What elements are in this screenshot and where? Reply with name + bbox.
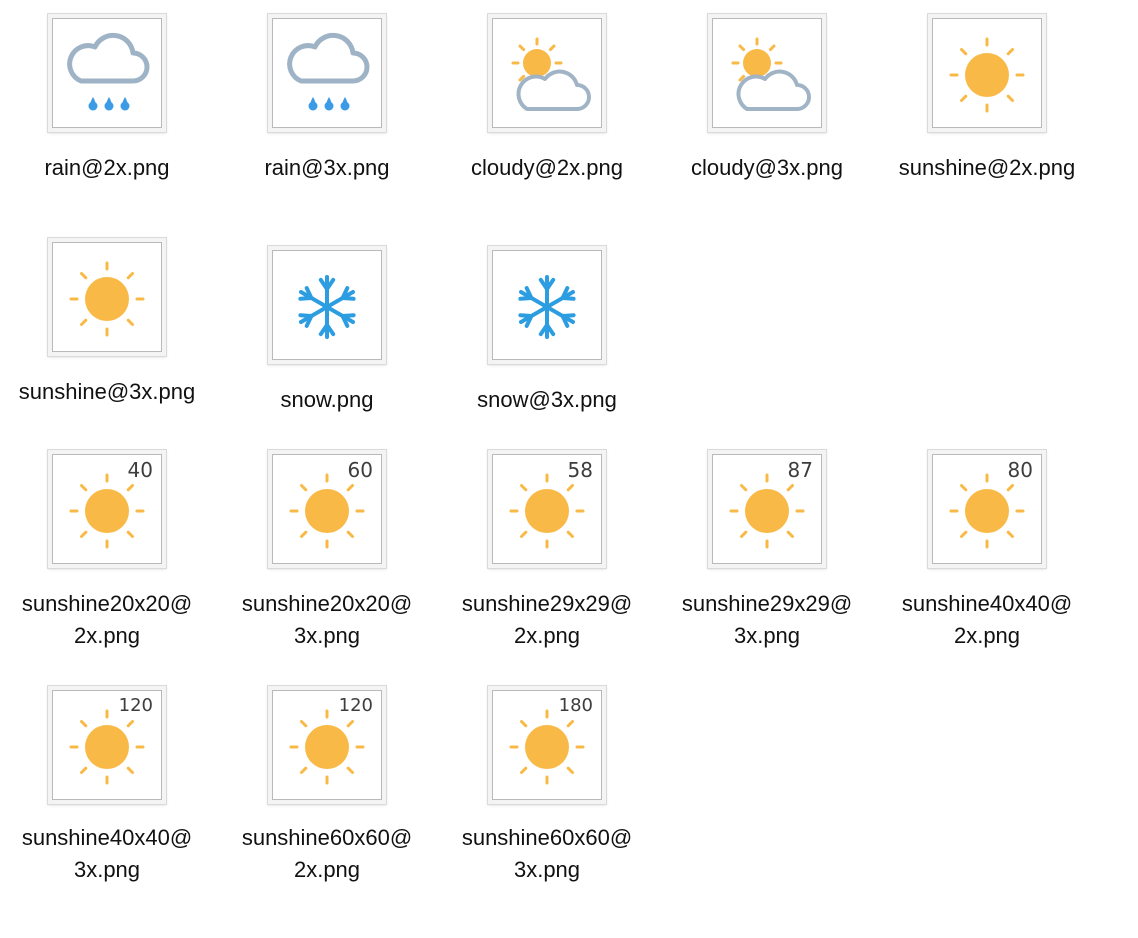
file-name-label[interactable]: sunshine20x20@ bbox=[217, 588, 437, 620]
file-thumbnail[interactable]: 120 bbox=[268, 686, 386, 804]
file-name-label[interactable]: rain@2x.png bbox=[0, 152, 217, 184]
file-thumbnail[interactable]: 120 bbox=[48, 686, 166, 804]
file-name-label[interactable]: 3x.png bbox=[0, 854, 217, 886]
file-thumbnail[interactable]: 80 bbox=[928, 450, 1046, 568]
size-badge: 58 bbox=[567, 458, 593, 482]
size-badge: 180 bbox=[558, 695, 593, 716]
file-name-label[interactable]: 2x.png bbox=[217, 854, 437, 886]
file-name-label[interactable]: 2x.png bbox=[877, 620, 1097, 652]
file-thumbnail[interactable] bbox=[48, 238, 166, 356]
sun-icon: 80 bbox=[932, 454, 1042, 564]
sun-icon bbox=[52, 242, 162, 352]
file-thumbnail[interactable] bbox=[488, 246, 606, 364]
size-badge: 120 bbox=[118, 695, 153, 716]
file-thumbnail[interactable]: 180 bbox=[488, 686, 606, 804]
file-name-label[interactable]: snow.png bbox=[217, 384, 437, 416]
file-thumbnail[interactable]: 87 bbox=[708, 450, 826, 568]
file-name-label[interactable]: sunshine40x40@ bbox=[877, 588, 1097, 620]
size-badge: 40 bbox=[127, 458, 153, 482]
sun-icon: 60 bbox=[272, 454, 382, 564]
snowflake-icon bbox=[492, 250, 602, 360]
size-badge: 80 bbox=[1007, 458, 1033, 482]
sun-icon: 120 bbox=[272, 690, 382, 800]
sun-icon: 58 bbox=[492, 454, 602, 564]
file-name-label[interactable]: snow@3x.png bbox=[437, 384, 657, 416]
file-thumbnail[interactable]: 58 bbox=[488, 450, 606, 568]
size-badge: 60 bbox=[347, 458, 373, 482]
cloudy-icon bbox=[492, 18, 602, 128]
sun-icon bbox=[932, 18, 1042, 128]
snowflake-icon bbox=[272, 250, 382, 360]
file-name-label[interactable]: cloudy@3x.png bbox=[657, 152, 877, 184]
file-thumbnail[interactable]: 40 bbox=[48, 450, 166, 568]
file-name-label[interactable]: 3x.png bbox=[437, 854, 657, 886]
file-name-label[interactable]: 3x.png bbox=[657, 620, 877, 652]
file-thumbnail[interactable] bbox=[488, 14, 606, 132]
sun-icon: 40 bbox=[52, 454, 162, 564]
file-name-label[interactable]: 2x.png bbox=[0, 620, 217, 652]
rain-icon bbox=[272, 18, 382, 128]
cloudy-icon bbox=[712, 18, 822, 128]
file-thumbnail[interactable] bbox=[268, 14, 386, 132]
file-name-label[interactable]: sunshine20x20@ bbox=[0, 588, 217, 620]
file-thumbnail[interactable] bbox=[708, 14, 826, 132]
file-name-label[interactable]: 3x.png bbox=[217, 620, 437, 652]
file-name-label[interactable]: sunshine@3x.png bbox=[0, 376, 217, 408]
file-name-label[interactable]: sunshine@2x.png bbox=[877, 152, 1097, 184]
rain-icon bbox=[52, 18, 162, 128]
file-name-label[interactable]: 2x.png bbox=[437, 620, 657, 652]
file-thumbnail[interactable] bbox=[268, 246, 386, 364]
file-name-label[interactable]: cloudy@2x.png bbox=[437, 152, 657, 184]
sun-icon: 180 bbox=[492, 690, 602, 800]
file-thumbnail[interactable]: 60 bbox=[268, 450, 386, 568]
sun-icon: 87 bbox=[712, 454, 822, 564]
file-name-label[interactable]: sunshine60x60@ bbox=[217, 822, 437, 854]
file-grid: rain@2x.png rain@3x.png cloudy@2x.png cloud… bbox=[0, 0, 1138, 938]
file-name-label[interactable]: rain@3x.png bbox=[217, 152, 437, 184]
size-badge: 120 bbox=[338, 695, 373, 716]
file-thumbnail[interactable] bbox=[928, 14, 1046, 132]
file-thumbnail[interactable] bbox=[48, 14, 166, 132]
file-name-label[interactable]: sunshine29x29@ bbox=[437, 588, 657, 620]
file-name-label[interactable]: sunshine60x60@ bbox=[437, 822, 657, 854]
sun-icon: 120 bbox=[52, 690, 162, 800]
file-name-label[interactable]: sunshine40x40@ bbox=[0, 822, 217, 854]
size-badge: 87 bbox=[787, 458, 813, 482]
file-name-label[interactable]: sunshine29x29@ bbox=[657, 588, 877, 620]
